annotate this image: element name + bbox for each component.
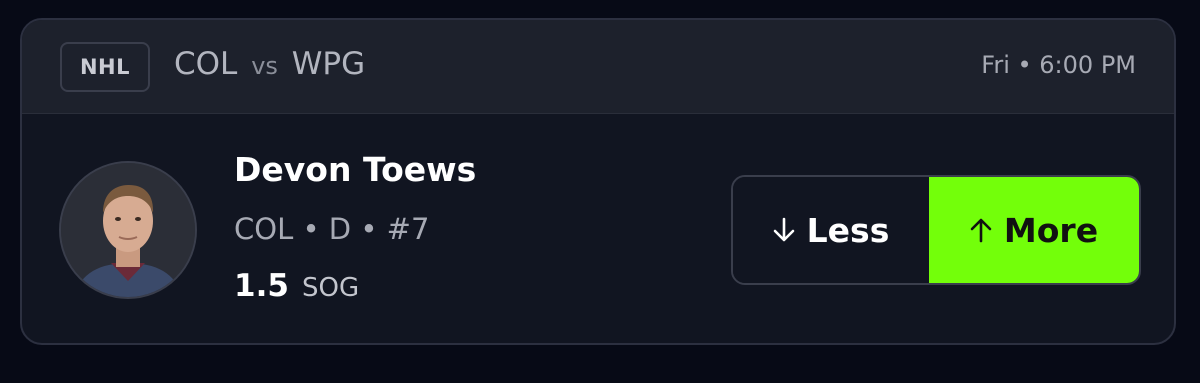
game-time: Fri • 6:00 PM: [981, 51, 1136, 79]
matchup: COL vs WPG: [174, 46, 365, 82]
player-name: Devon Toews: [234, 150, 477, 189]
card-header: NHL COL vs WPG Fri • 6:00 PM: [22, 20, 1174, 114]
league-badge: NHL: [60, 42, 150, 92]
more-label: More: [1003, 210, 1099, 250]
more-button[interactable]: More: [929, 177, 1139, 283]
vs-label: vs: [251, 52, 278, 80]
pick-toggle: Less More: [731, 175, 1141, 285]
less-label: Less: [806, 210, 890, 250]
arrow-down-icon: [773, 217, 795, 243]
home-team: COL: [174, 46, 238, 82]
player-headshot: [61, 163, 195, 297]
away-team: WPG: [291, 46, 366, 82]
player-meta: COL • D • #7: [234, 212, 430, 246]
stat-unit: SOG: [302, 273, 360, 303]
stat-value: 1.5: [234, 268, 289, 304]
arrow-up-icon: [970, 217, 992, 243]
less-button[interactable]: Less: [733, 177, 929, 283]
stat-line: 1.5 SOG: [234, 268, 359, 304]
player-avatar: [59, 161, 197, 299]
projection-card: NHL COL vs WPG Fri • 6:00 PM Devon Toews: [20, 18, 1176, 345]
